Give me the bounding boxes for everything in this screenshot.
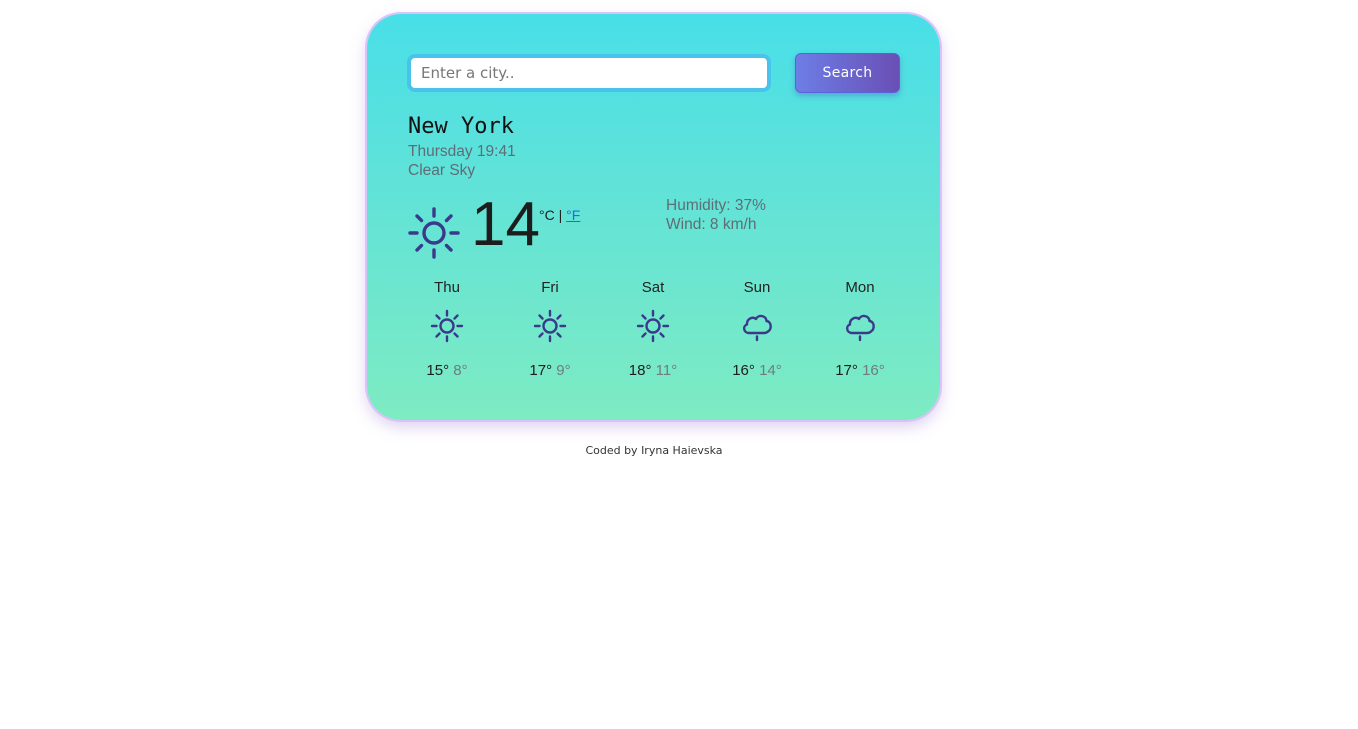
unit-separator: |	[558, 207, 563, 223]
forecast-temps: 15° 8°	[397, 362, 497, 379]
forecast-day-name: Fri	[541, 279, 559, 296]
rain-cloud-icon	[846, 314, 875, 342]
sun-icon	[636, 309, 670, 343]
forecast-day-name: Sun	[743, 279, 771, 296]
forecast-day-name: Thu	[434, 279, 460, 296]
city-name: New York	[408, 114, 514, 139]
forecast-min: 14°	[759, 362, 782, 379]
weather-card: Search New York Thursday 19:41 Clear Sky…	[367, 14, 940, 420]
celsius-label: °C	[539, 207, 555, 223]
forecast-day: Mon 17° 16°	[810, 279, 910, 379]
forecast-max: 17°	[529, 362, 553, 379]
forecast-min: 11°	[655, 362, 678, 379]
sun-icon	[408, 207, 460, 259]
forecast-day: Sun 16° 14°	[707, 279, 807, 379]
forecast-min: 9°	[556, 362, 571, 379]
forecast-day: Fri 17° 9°	[500, 279, 600, 379]
rain-cloud-icon	[743, 314, 772, 342]
wind: Wind: 8 km/h	[666, 216, 757, 233]
forecast-day-name: Mon	[845, 279, 875, 296]
forecast-max: 15°	[426, 362, 450, 379]
forecast-temps: 17° 9°	[500, 362, 600, 379]
current-datetime: Thursday 19:41	[408, 143, 516, 160]
forecast-day: Sat 18° 11°	[603, 279, 703, 379]
fahrenheit-link[interactable]: °F	[566, 207, 580, 223]
sun-icon	[533, 309, 567, 343]
current-temperature: 14	[471, 190, 540, 259]
forecast-temps: 17° 16°	[810, 362, 910, 379]
city-search-input[interactable]	[407, 54, 771, 92]
footer-credit: Coded by Iryna Haievska	[585, 444, 723, 457]
forecast-day-name: Sat	[641, 279, 665, 296]
forecast-min: 16°	[862, 362, 885, 379]
humidity: Humidity: 37%	[666, 197, 766, 214]
forecast-max: 17°	[835, 362, 858, 379]
forecast-temps: 18° 11°	[603, 362, 703, 379]
forecast-min: 8°	[453, 362, 468, 379]
forecast-day: Thu 15° 8°	[397, 279, 497, 379]
sun-icon	[430, 309, 464, 343]
forecast-max: 16°	[732, 362, 755, 379]
unit-toggle: °C | °F	[539, 207, 580, 223]
weather-description: Clear Sky	[408, 162, 476, 179]
forecast-max: 18°	[628, 362, 652, 379]
forecast-temps: 16° 14°	[707, 362, 807, 379]
search-button[interactable]: Search	[795, 53, 900, 93]
